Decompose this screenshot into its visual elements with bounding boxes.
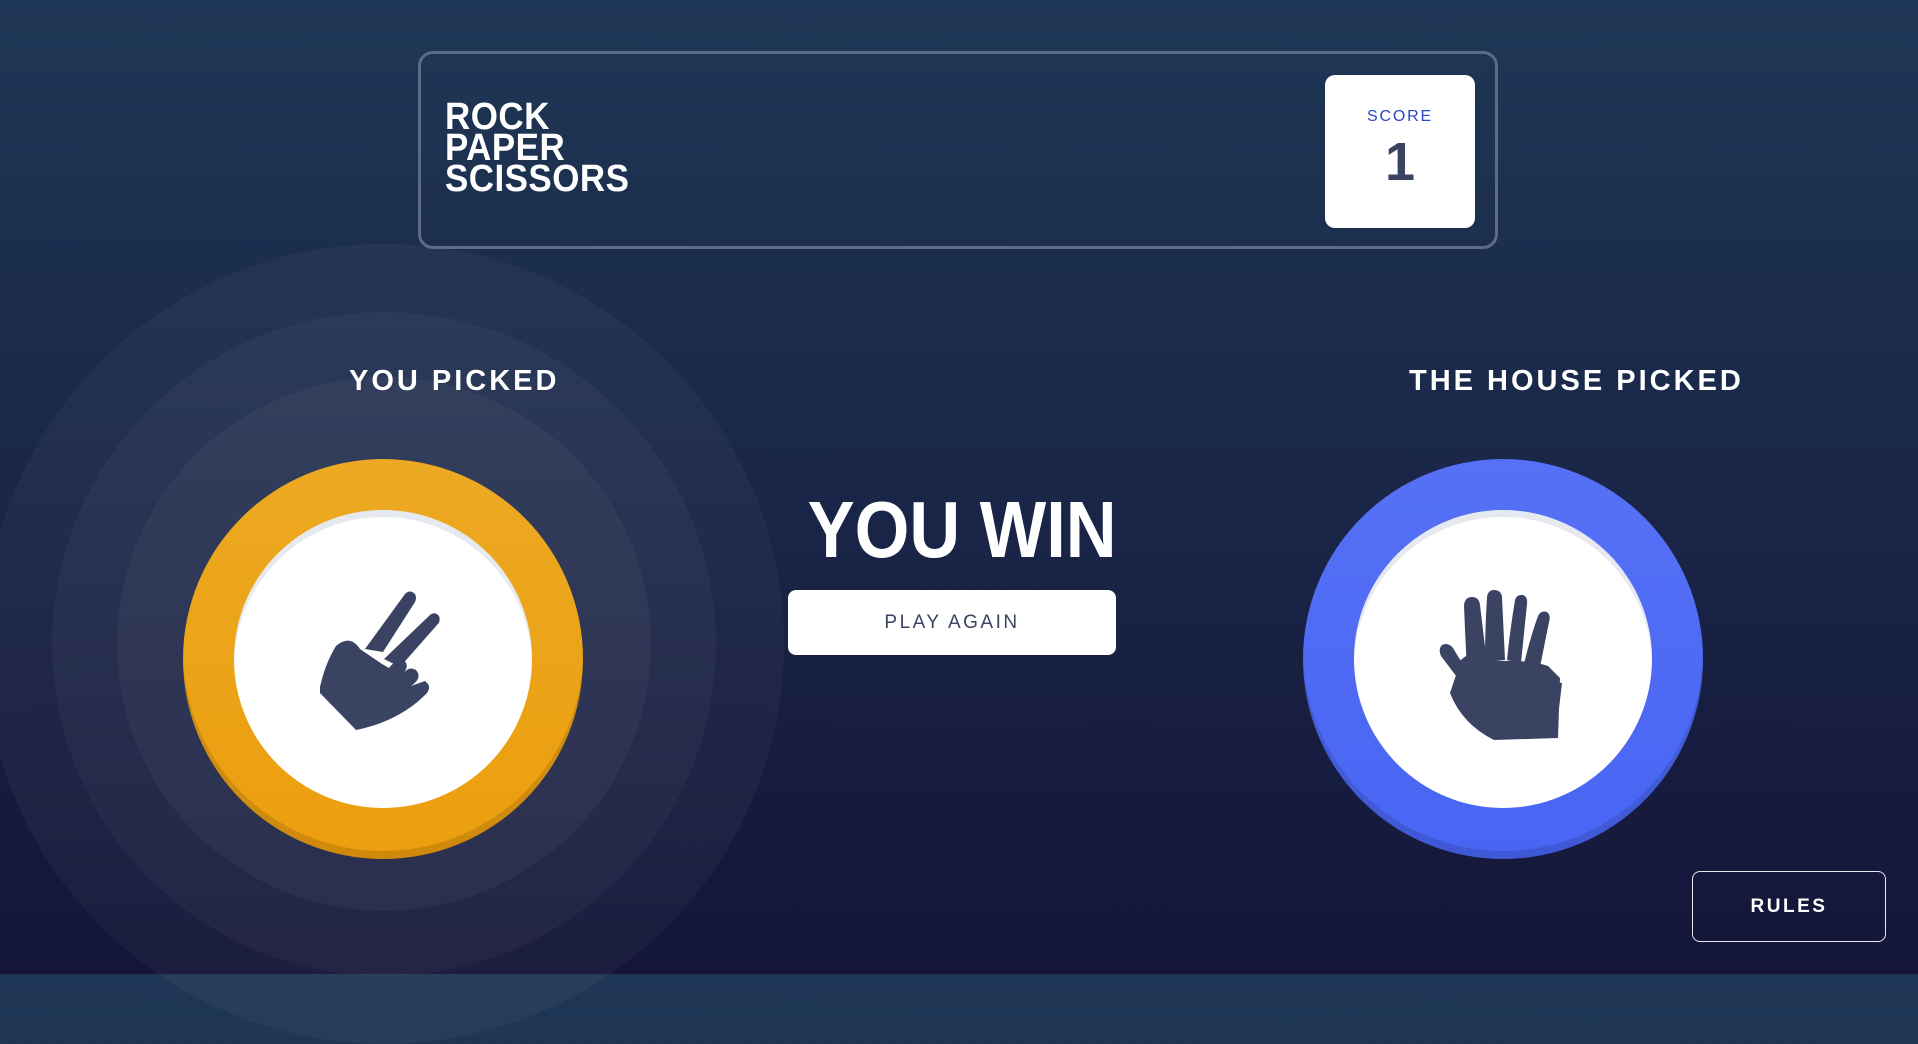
rules-button[interactable]: RULES	[1692, 871, 1886, 942]
player-scissors-token	[183, 459, 583, 859]
scoreboard-header: ROCK PAPER SCISSORS SCORE 1	[418, 51, 1498, 249]
score-label: SCORE	[1367, 108, 1433, 125]
score-value: 1	[1384, 132, 1416, 192]
logo-line-scissors: SCISSORS	[445, 158, 630, 200]
house-pick-heading: THE HOUSE PICKED	[1409, 365, 1744, 397]
paper-icon	[1439, 590, 1562, 740]
play-again-button[interactable]: PLAY AGAIN	[788, 590, 1116, 655]
game-logo: ROCK PAPER SCISSORS	[445, 98, 630, 200]
scissors-icon	[320, 591, 440, 730]
result-text: YOU WIN	[807, 485, 1117, 574]
player-token-face	[234, 510, 532, 808]
player-pick-heading: YOU PICKED	[349, 365, 560, 397]
house-token-face	[1354, 510, 1652, 808]
house-paper-token	[1303, 459, 1703, 859]
score-box: SCORE 1	[1325, 75, 1475, 228]
